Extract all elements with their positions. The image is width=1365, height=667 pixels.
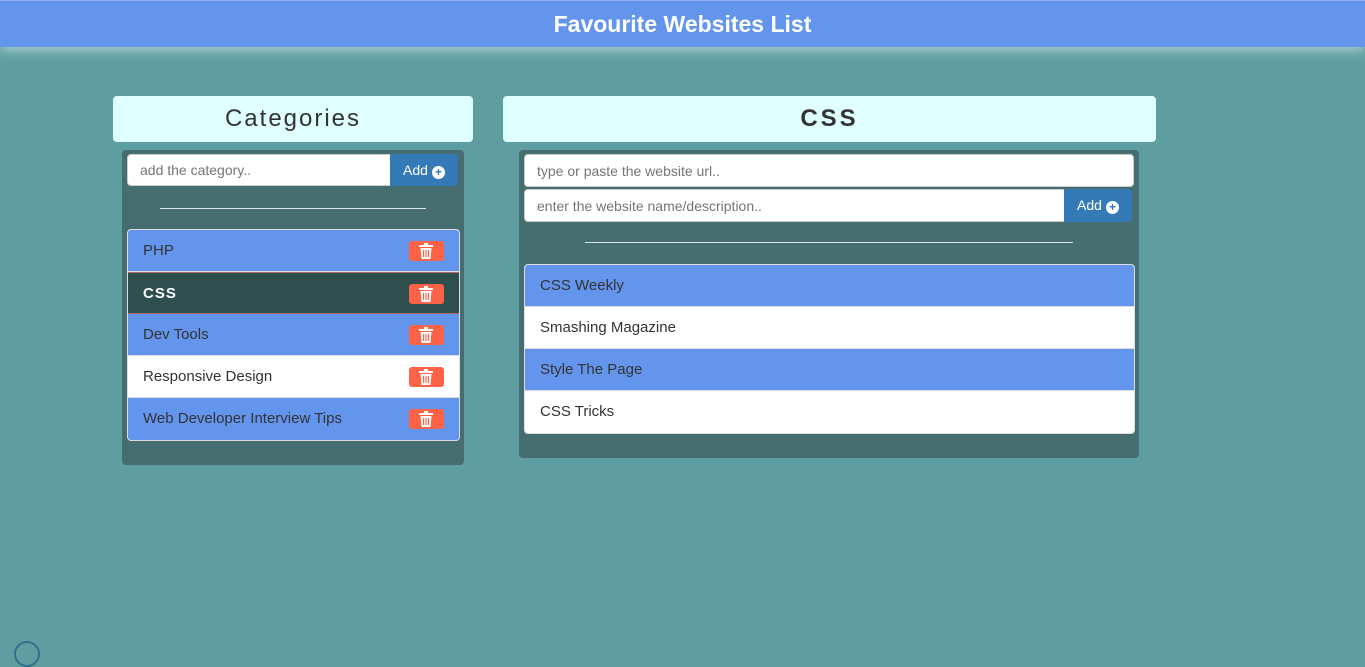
plus-circle-icon: + xyxy=(1105,201,1119,214)
delete-category-button[interactable] xyxy=(409,367,444,387)
website-item[interactable]: CSS Weekly xyxy=(525,265,1134,307)
delete-category-button[interactable] xyxy=(409,325,444,345)
corner-widget-icon[interactable] xyxy=(14,641,40,667)
website-item[interactable]: CSS Tricks xyxy=(525,391,1134,433)
category-item-php[interactable]: PHP xyxy=(128,230,459,272)
add-category-label: Add xyxy=(403,162,428,178)
website-url-input[interactable] xyxy=(524,154,1134,187)
categories-panel: Add+ PHP CSS Dev Tools Responsive Design… xyxy=(122,150,464,465)
delete-category-button[interactable] xyxy=(409,409,444,429)
divider xyxy=(585,242,1073,243)
category-label: Responsive Design xyxy=(143,368,273,385)
website-list: CSS Weekly Smashing Magazine Style The P… xyxy=(524,264,1135,434)
trash-icon xyxy=(419,327,433,343)
trash-icon xyxy=(419,286,433,302)
app-header: Favourite Websites List xyxy=(0,0,1365,47)
delete-category-button[interactable] xyxy=(409,241,444,261)
category-label: Dev Tools xyxy=(143,326,209,343)
app-title: Favourite Websites List xyxy=(553,11,812,37)
add-website-label: Add xyxy=(1077,197,1102,213)
delete-category-button[interactable] xyxy=(409,284,444,304)
divider xyxy=(160,208,426,209)
websites-panel: Add+ CSS Weekly Smashing Magazine Style … xyxy=(519,150,1139,458)
website-link[interactable]: CSS Tricks xyxy=(540,403,614,420)
category-item-css[interactable]: CSS xyxy=(128,272,459,314)
website-item[interactable]: Style The Page xyxy=(525,349,1134,391)
trash-icon xyxy=(419,243,433,259)
plus-circle-icon: + xyxy=(431,166,445,179)
website-link[interactable]: Smashing Magazine xyxy=(540,319,676,336)
website-link[interactable]: Style The Page xyxy=(540,361,642,378)
website-link[interactable]: CSS Weekly xyxy=(540,277,624,294)
website-description-input[interactable] xyxy=(524,189,1065,222)
trash-icon xyxy=(419,411,433,427)
category-item-dev-tools[interactable]: Dev Tools xyxy=(128,314,459,356)
websites-heading: CSS xyxy=(503,96,1156,142)
category-list: PHP CSS Dev Tools Responsive Design Web … xyxy=(127,229,460,441)
category-label: Web Developer Interview Tips xyxy=(143,410,342,427)
trash-icon xyxy=(419,369,433,385)
website-item[interactable]: Smashing Magazine xyxy=(525,307,1134,349)
category-item-interview-tips[interactable]: Web Developer Interview Tips xyxy=(128,398,459,440)
category-input[interactable] xyxy=(127,154,391,186)
category-item-responsive-design[interactable]: Responsive Design xyxy=(128,356,459,398)
category-label: CSS xyxy=(143,285,177,302)
add-category-button[interactable]: Add + xyxy=(390,154,458,186)
add-website-button[interactable]: Add + xyxy=(1064,189,1132,222)
category-label: PHP xyxy=(143,242,174,259)
categories-heading: Categories xyxy=(113,96,473,142)
